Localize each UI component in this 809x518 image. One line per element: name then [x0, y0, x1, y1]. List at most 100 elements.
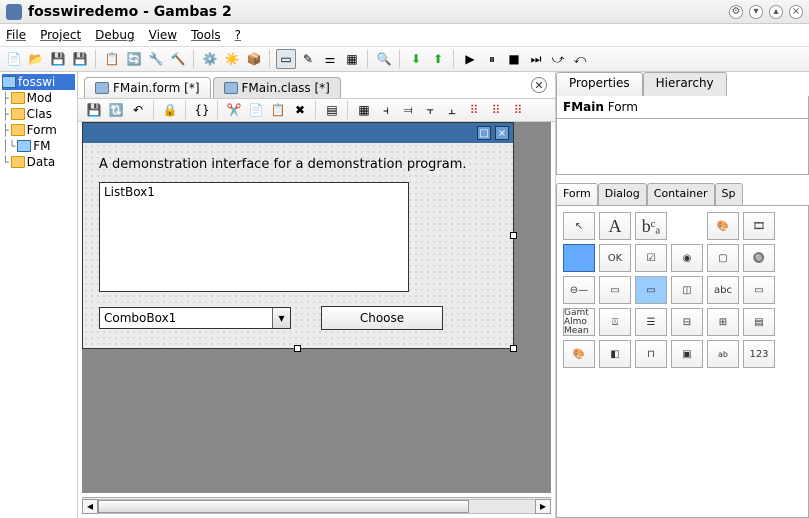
run-fwd-icon[interactable]: ⬆ — [428, 49, 448, 69]
scroll-track[interactable] — [98, 499, 535, 514]
align-left-icon[interactable]: ⫞ — [376, 100, 396, 120]
tb-slider-icon[interactable]: ⊖— — [563, 276, 595, 304]
resize-handle-s[interactable] — [294, 345, 301, 352]
saveall-icon[interactable]: 💾 — [70, 49, 90, 69]
grid-red2-icon[interactable]: ⠿ — [486, 100, 506, 120]
toolbox-tab-container[interactable]: Container — [647, 183, 715, 205]
grid-red1-icon[interactable]: ⠿ — [464, 100, 484, 120]
tab-fmain-form[interactable]: FMain.form [*] — [84, 77, 211, 98]
tree-item-modules[interactable]: ├Mod — [2, 90, 75, 106]
tb-picturebox-icon[interactable] — [563, 244, 595, 272]
menu-help[interactable]: ? — [235, 28, 241, 42]
tb-textbox-icon[interactable]: abc — [707, 276, 739, 304]
project-tree[interactable]: fosswi ├Mod ├Clas ├Form │└FM └Data — [0, 72, 78, 518]
tb-tabstrip-icon[interactable]: ⊓ — [635, 340, 667, 368]
chevron-down-icon[interactable]: ▾ — [272, 308, 290, 328]
gear-icon[interactable]: ⚙️ — [200, 49, 220, 69]
menu-file[interactable]: File — [6, 28, 26, 42]
delete-icon[interactable]: ✖ — [290, 100, 310, 120]
design-label[interactable]: A demonstration interface for a demonstr… — [99, 157, 497, 172]
props-icon[interactable]: 📋 — [102, 49, 122, 69]
new-icon[interactable]: 📄 — [4, 49, 24, 69]
tb-checkbox-icon[interactable]: ☑ — [635, 244, 667, 272]
refresh-icon[interactable]: 🔄 — [124, 49, 144, 69]
tb-movie-icon[interactable]: 🎞 — [743, 212, 775, 240]
tb-spinbox-icon[interactable]: ◧ — [599, 340, 631, 368]
resize-handle-e[interactable] — [510, 232, 517, 239]
wrench-icon[interactable]: 🔧 — [146, 49, 166, 69]
design-listbox[interactable]: ListBox1 — [99, 182, 409, 292]
copy-icon[interactable]: 📄 — [246, 100, 266, 120]
tb-columnview-icon[interactable]: ▤ — [743, 308, 775, 336]
tb-label-icon[interactable]: A — [599, 212, 631, 240]
tb-progress-icon[interactable]: ▭ — [599, 276, 631, 304]
cut-icon[interactable]: ✂️ — [224, 100, 244, 120]
stepover-icon[interactable]: ⤻ — [548, 49, 568, 69]
horizontal-scrollbar[interactable]: ◂ ▸ — [82, 497, 551, 514]
tb-toggle-icon[interactable]: ▢ — [707, 244, 739, 272]
palette-icon[interactable]: ▦ — [342, 49, 362, 69]
tb-textlabel-icon[interactable]: bᶜₐ — [635, 212, 667, 240]
tb-button-icon[interactable]: OK — [599, 244, 631, 272]
form-icon[interactable]: ▭ — [276, 49, 296, 69]
align-right-icon[interactable]: ⫤ — [398, 100, 418, 120]
menu-project[interactable]: Project — [40, 28, 81, 42]
toolbox-tab-sp[interactable]: Sp — [715, 183, 743, 205]
tb-colorbtn-icon[interactable]: 🎨 — [563, 340, 595, 368]
tb-toolbtn-icon[interactable]: 🔘 — [743, 244, 775, 272]
close-icon[interactable]: × — [789, 5, 803, 19]
scroll-thumb[interactable] — [98, 500, 469, 513]
edit-icon[interactable]: ✎ — [298, 49, 318, 69]
tb-pointer-icon[interactable]: ↖ — [563, 212, 595, 240]
tb-scrollview-icon[interactable]: ▣ — [671, 340, 703, 368]
menu-view[interactable]: View — [149, 28, 177, 42]
design-combobox[interactable]: ComboBox1 ▾ — [99, 307, 291, 329]
lock-icon[interactable]: 🔒 — [160, 100, 180, 120]
design-form[interactable]: □ × A demonstration interface for a demo… — [82, 122, 514, 349]
menu-editor-icon[interactable]: ▤ — [322, 100, 342, 120]
tb-listview-icon[interactable]: ☰ — [635, 308, 667, 336]
paste-icon[interactable]: 📋 — [268, 100, 288, 120]
align-top-icon[interactable]: ⫟ — [420, 100, 440, 120]
menu-debug[interactable]: Debug — [95, 28, 134, 42]
pause-icon[interactable]: ⏸ — [482, 49, 502, 69]
minimize-icon[interactable]: ▾ — [749, 5, 763, 19]
save-icon[interactable]: 💾 — [48, 49, 68, 69]
tb-frame-icon[interactable]: ▭ — [635, 276, 667, 304]
sun-icon[interactable]: ☀️ — [222, 49, 242, 69]
undo-icon[interactable]: ↶ — [128, 100, 148, 120]
reload-icon[interactable]: 🔃 — [106, 100, 126, 120]
form-maximize-icon[interactable]: □ — [477, 126, 491, 140]
hammer-icon[interactable]: 🔨 — [168, 49, 188, 69]
maximize-icon[interactable]: ▴ — [769, 5, 783, 19]
tree-item-fmain[interactable]: │└FM — [2, 138, 75, 154]
code-icon[interactable]: {} — [192, 100, 212, 120]
toolbox-tab-dialog[interactable]: Dialog — [598, 183, 647, 205]
tb-lcdnumber-icon[interactable]: 123 — [743, 340, 775, 368]
form-canvas[interactable]: □ × A demonstration interface for a demo… — [82, 122, 551, 493]
resize-handle-se[interactable] — [510, 345, 517, 352]
tb-combo-icon[interactable]: ⍍ — [599, 308, 631, 336]
design-choose-button[interactable]: Choose — [321, 306, 443, 330]
menu-tools[interactable]: Tools — [191, 28, 221, 42]
tb-iconview-icon[interactable]: ⊞ — [707, 308, 739, 336]
run-back-icon[interactable]: ⬇ — [406, 49, 426, 69]
grid-icon[interactable]: ▦ — [354, 100, 374, 120]
tb-drawing-icon[interactable]: 🎨 — [707, 212, 739, 240]
tb-gridview-icon[interactable]: ab — [707, 340, 739, 368]
tree-item-classes[interactable]: ├Clas — [2, 106, 75, 122]
tree-item-forms[interactable]: ├Form — [2, 122, 75, 138]
tree-item-data[interactable]: └Data — [2, 154, 75, 170]
save-form-icon[interactable]: 💾 — [84, 100, 104, 120]
stop-icon[interactable]: ■ — [504, 49, 524, 69]
zoom-icon[interactable]: 🔍 — [374, 49, 394, 69]
tb-treeview-icon[interactable]: ⊟ — [671, 308, 703, 336]
tree-root[interactable]: fosswi — [2, 74, 75, 90]
tab-close-icon[interactable]: ✕ — [531, 77, 547, 93]
toolbox-tab-form[interactable]: Form — [556, 183, 598, 205]
tab-fmain-class[interactable]: FMain.class [*] — [213, 77, 341, 98]
scroll-right-icon[interactable]: ▸ — [535, 499, 551, 514]
play-icon[interactable]: ▶ — [460, 49, 480, 69]
controls-icon[interactable]: ⚌ — [320, 49, 340, 69]
form-close-icon[interactable]: × — [495, 126, 509, 140]
